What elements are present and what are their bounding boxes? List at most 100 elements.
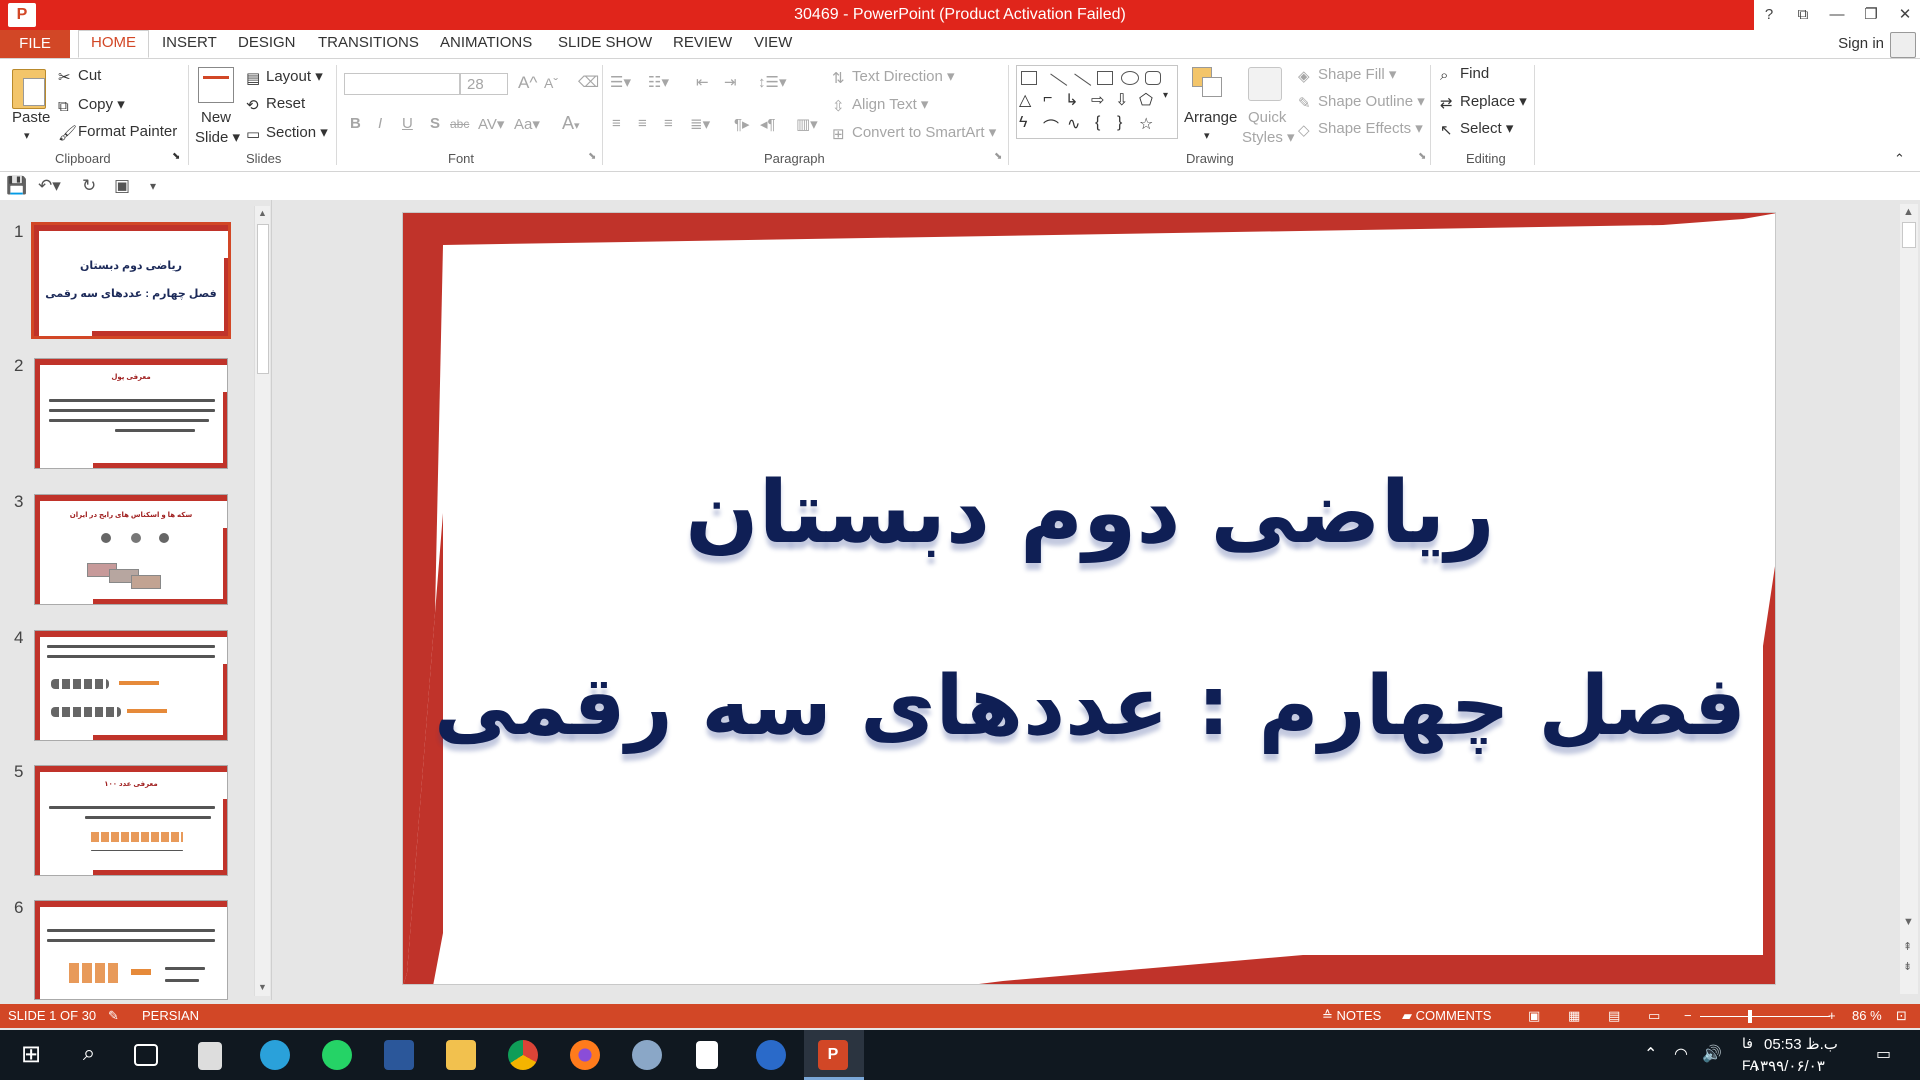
redo-icon[interactable]: ↻ (82, 176, 96, 196)
rounded-rectangle-shape-icon[interactable] (1145, 71, 1161, 85)
fit-slide-icon[interactable]: ⊡ (1896, 1008, 1907, 1024)
slide-thumbnail-4[interactable] (34, 630, 228, 741)
arrange-icon[interactable] (1192, 67, 1222, 97)
shapes-more-icon[interactable]: ▾ (1163, 90, 1168, 101)
bullets-icon[interactable]: ☰▾ (610, 73, 631, 91)
scroll-down-icon[interactable]: ▼ (258, 982, 267, 992)
new-slide-icon[interactable] (198, 67, 234, 103)
left-to-right-icon[interactable]: ¶▸ (734, 115, 750, 133)
cut-button[interactable]: ✂ Cut (58, 67, 101, 86)
select-button[interactable]: ↖ Select ▾ (1440, 119, 1513, 139)
volume-icon[interactable]: 🔊 (1702, 1044, 1722, 1064)
word-icon[interactable] (384, 1040, 414, 1070)
collapse-ribbon-icon[interactable]: ⌃ (1894, 151, 1905, 167)
zoom-out-button[interactable]: − (1684, 1008, 1692, 1023)
scrollbar-thumb[interactable] (1902, 222, 1916, 248)
wifi-icon[interactable]: ◠ (1674, 1044, 1688, 1064)
italic-button[interactable]: I (378, 115, 382, 132)
scroll-up-icon[interactable]: ▲ (1903, 206, 1914, 218)
tab-design[interactable]: DESIGN (238, 34, 296, 51)
tab-home[interactable]: HOME (78, 30, 149, 58)
text-direction-button[interactable]: ⇅ Text Direction ▾ (832, 67, 955, 87)
tab-animations[interactable]: ANIMATIONS (440, 34, 532, 51)
columns-icon[interactable]: ▥▾ (796, 115, 818, 133)
normal-view-icon[interactable]: ▣ (1528, 1008, 1540, 1024)
replace-button[interactable]: ⇄ Replace ▾ (1440, 92, 1527, 112)
font-size-input[interactable]: 28 (460, 73, 508, 95)
calculator-icon[interactable] (198, 1042, 222, 1070)
right-to-left-icon[interactable]: ◂¶ (760, 115, 776, 133)
clock-time[interactable]: 05:53 ب.ظ (1764, 1035, 1838, 1053)
whatsapp-icon[interactable] (322, 1040, 352, 1070)
down-arrow-shape-icon[interactable]: ⇩ (1115, 90, 1128, 110)
arc-shape-icon[interactable]: ⌒ (1043, 114, 1059, 138)
start-slideshow-icon[interactable]: ▣ (114, 176, 130, 196)
paste-dropdown-icon[interactable]: ▾ (24, 129, 30, 142)
freeform-shape-icon[interactable]: ⬠ (1139, 90, 1153, 110)
help-button[interactable]: ? (1757, 4, 1781, 26)
align-left-icon[interactable]: ≡ (612, 115, 621, 132)
justify-icon[interactable]: ≣▾ (690, 115, 710, 133)
shapes-gallery[interactable]: △ ⌐ ↳ ⇨ ⇩ ⬠ ϟ ⌒ ∿ { } ☆ ▾ (1016, 65, 1178, 139)
text-shadow-button[interactable]: S (430, 115, 440, 132)
file-explorer-icon[interactable] (446, 1040, 476, 1070)
language-indicator[interactable]: PERSIAN (142, 1008, 199, 1023)
slide-title[interactable]: ریاضی دوم دبستان (403, 463, 1775, 563)
align-text-button[interactable]: ⇳ Align Text ▾ (832, 95, 928, 115)
arrange-dropdown-icon[interactable]: ▾ (1204, 129, 1210, 142)
zoom-slider-knob[interactable] (1748, 1010, 1752, 1023)
underline-button[interactable]: U (402, 115, 413, 132)
align-right-icon[interactable]: ≡ (664, 115, 673, 132)
next-slide-icon[interactable]: ⇟ (1903, 960, 1912, 973)
paint-icon[interactable] (632, 1040, 662, 1070)
new-slide-label-1[interactable]: New (201, 109, 231, 126)
convert-smartart-button[interactable]: ⊞ Convert to SmartArt ▾ (832, 123, 996, 143)
reading-view-icon[interactable]: ▤ (1608, 1008, 1620, 1024)
minimize-button[interactable]: — (1825, 4, 1849, 26)
paragraph-launcher-icon[interactable]: ⬊ (994, 151, 1002, 162)
chrome-icon[interactable] (508, 1040, 538, 1070)
change-case-button[interactable]: Aa▾ (514, 115, 540, 133)
rectangle-shape-icon[interactable] (1097, 71, 1113, 85)
font-launcher-icon[interactable]: ⬊ (588, 151, 596, 162)
grow-font-icon[interactable]: A^ (518, 73, 537, 93)
right-arrow-shape-icon[interactable]: ⇨ (1091, 90, 1104, 110)
shrink-font-icon[interactable]: Aˇ (544, 75, 558, 91)
section-button[interactable]: ▭ Section ▾ (246, 123, 328, 143)
slide-thumbnail-3[interactable]: سکه ها و اسکناس های رایج در ایران (34, 494, 228, 605)
elbow-connector-icon[interactable]: ⌐ (1043, 90, 1052, 108)
quick-styles-label-1[interactable]: Quick (1248, 109, 1286, 126)
comments-button[interactable]: ▰ COMMENTS (1402, 1008, 1491, 1024)
slide-scrollbar[interactable]: ▲ ▼ ⇞ ⇟ (1900, 204, 1918, 994)
triangle-shape-icon[interactable]: △ (1019, 90, 1031, 110)
zoom-slider[interactable] (1700, 1016, 1830, 1017)
firefox-icon[interactable] (570, 1040, 600, 1070)
powerpoint-taskbar-icon[interactable]: P (818, 1040, 848, 1070)
strikethrough-button[interactable]: abc (450, 117, 469, 131)
scrollbar-thumb[interactable] (257, 224, 269, 374)
slide-thumbnail-1[interactable]: ریاضی دوم دبستان فصل چهارم : عددهای سه ر… (31, 222, 231, 339)
spelling-icon[interactable]: ✎ (108, 1008, 119, 1024)
find-button[interactable]: ⌕ Find (1440, 65, 1489, 84)
tab-slide-show[interactable]: SLIDE SHOW (558, 34, 652, 51)
save-icon[interactable]: 💾 (6, 176, 27, 196)
paste-icon[interactable] (12, 69, 46, 109)
notes-button[interactable]: ≙ NOTES (1322, 1008, 1381, 1024)
character-spacing-button[interactable]: AV▾ (478, 115, 504, 133)
align-center-icon[interactable]: ≡ (638, 115, 647, 132)
zoom-level[interactable]: 86 % (1852, 1008, 1882, 1023)
decrease-indent-icon[interactable]: ⇤ (696, 73, 709, 91)
language-indicator-top[interactable]: فا (1742, 1035, 1753, 1052)
slide-subtitle[interactable]: فصل چهارم : عددهای سه رقمی (403, 659, 1775, 754)
shape-outline-button[interactable]: ✎ Shape Outline ▾ (1298, 92, 1425, 112)
line-spacing-icon[interactable]: ↕☰▾ (758, 73, 786, 91)
tab-transitions[interactable]: TRANSITIONS (318, 34, 419, 51)
tab-review[interactable]: REVIEW (673, 34, 732, 51)
tab-insert[interactable]: INSERT (162, 34, 217, 51)
tab-file[interactable]: FILE (0, 30, 70, 58)
font-name-input[interactable] (344, 73, 460, 95)
elbow-arrow-icon[interactable]: ↳ (1065, 90, 1078, 110)
close-button[interactable]: ✕ (1893, 4, 1917, 26)
document-icon[interactable] (696, 1041, 718, 1069)
sign-in-link[interactable]: Sign in (1838, 35, 1884, 52)
